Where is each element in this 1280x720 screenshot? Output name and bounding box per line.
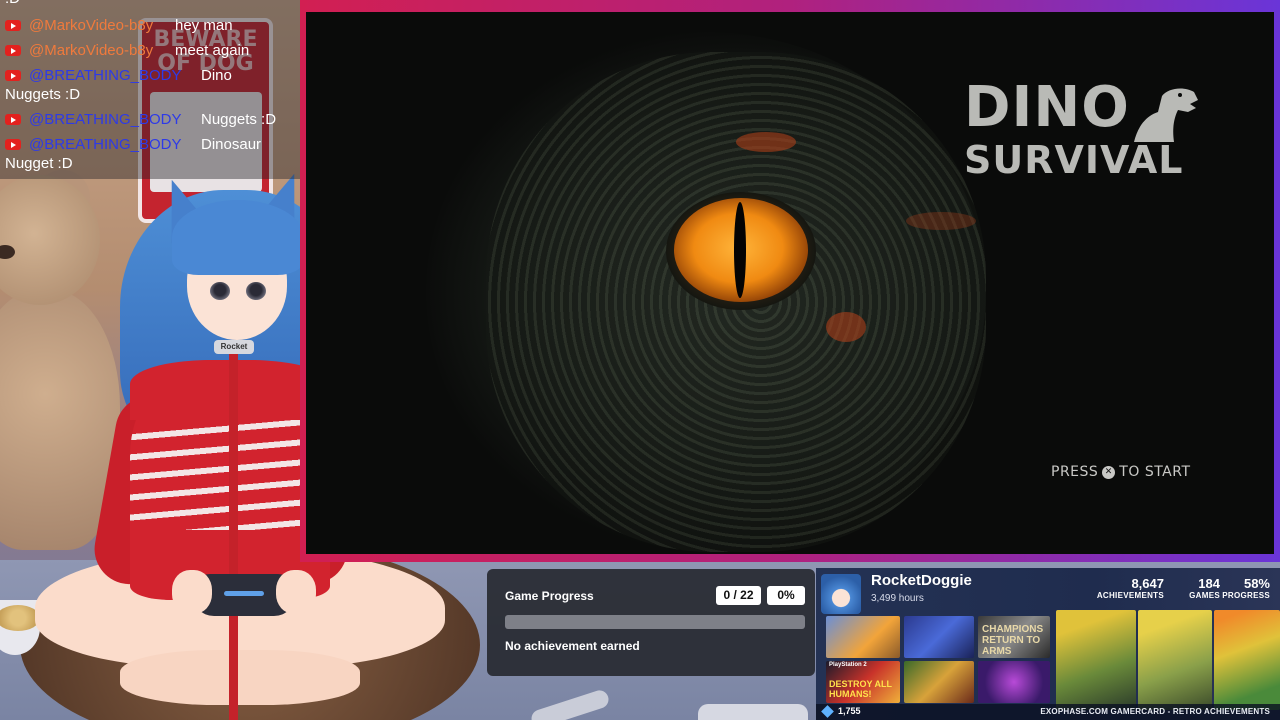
chat-message: @MarkoVideo-b8y hey man (0, 16, 300, 36)
chat-author[interactable]: @BREATHING_BODY (29, 110, 181, 129)
ember-highlight (906, 212, 976, 230)
chat-author[interactable]: @BREATHING_BODY (29, 135, 181, 154)
game-capture-screen[interactable]: DINO SURVIVAL PRESS ✕ TO START (306, 12, 1274, 554)
chat-message: @BREATHING_BODY Dino (0, 66, 300, 86)
press-to-start-prompt: PRESS ✕ TO START (1051, 464, 1191, 480)
game-progress-label: Game Progress (505, 589, 594, 603)
collar-tag: Rocket (214, 340, 254, 354)
chat-message: @MarkoVideo-b8y meet again (0, 41, 300, 61)
tile-platform: PlayStation 2 (829, 662, 867, 668)
chat-text: Dino (201, 67, 232, 84)
game-tile (904, 661, 974, 703)
progress-bar (505, 615, 805, 629)
gamercard-points: 1,755 (838, 706, 861, 716)
chat-text: Nuggets :D (201, 111, 277, 128)
gem-icon (821, 705, 834, 718)
chat-text: Dinosaur (201, 136, 262, 153)
chat-message: @BREATHING_BODY Dinosaur (0, 135, 300, 155)
game-tile (904, 616, 974, 658)
avatar-right-hand (276, 570, 316, 614)
games-stat: 184 GAMES (1189, 576, 1220, 600)
progress-stat: 58% PROGRESS (1222, 576, 1270, 600)
game-banner (1138, 610, 1212, 710)
youtube-icon (5, 139, 21, 150)
cross-button-icon: ✕ (1102, 465, 1116, 479)
dinosaur-pupil (734, 202, 746, 298)
game-tile (978, 661, 1050, 703)
pillow (698, 704, 808, 720)
game-progress-panel: Game Progress 0 / 22 0% No achievement e… (487, 569, 815, 676)
avatar-left-eye (210, 282, 230, 300)
avatar-feet (120, 650, 360, 705)
game-banner (1214, 610, 1280, 710)
chat-text: meet again (175, 42, 250, 59)
game-banner (1056, 610, 1136, 710)
to-start-label: TO START (1119, 464, 1191, 480)
gamercard-footer: 1,755 EXOPHASE.COM GAMERCARD - RETRO ACH… (816, 704, 1280, 720)
youtube-icon (5, 45, 21, 56)
chat-fragment: :D (5, 0, 20, 8)
t-rex-head-icon (1134, 88, 1198, 142)
ember-highlight (826, 312, 866, 342)
live-chat: :D @MarkoVideo-b8y hey man @MarkoVideo-b… (0, 0, 300, 179)
progress-label: PROGRESS (1222, 591, 1270, 600)
avatar-right-eye (246, 282, 266, 300)
chat-author[interactable]: @BREATHING_BODY (29, 66, 181, 85)
red-leash (229, 350, 238, 720)
youtube-icon (5, 70, 21, 81)
game-tile (826, 616, 900, 658)
progress-percent-badge: 0% (767, 586, 805, 605)
avatar-bangs (172, 200, 304, 275)
exophase-gamercard: RocketDoggie 3,499 hours 8,647 ACHIEVEME… (816, 568, 1280, 720)
game-logo: DINO SURVIVAL (964, 78, 1214, 208)
avatar-left-hand (172, 570, 212, 614)
tile-title: DESTROY ALL HUMANS! (829, 679, 892, 699)
chat-text-continued: Nugget :D (5, 155, 73, 172)
gamercard-credit: EXOPHASE.COM GAMERCARD - RETRO ACHIEVEME… (1040, 707, 1270, 716)
games-label: GAMES (1189, 591, 1220, 600)
press-label: PRESS (1051, 464, 1099, 480)
ember-highlight (736, 132, 796, 152)
achievement-count-badge: 0 / 22 (716, 586, 761, 605)
games-count: 184 (1198, 576, 1220, 591)
game-tile: PlayStation 2 DESTROY ALL HUMANS! (826, 661, 900, 703)
achievements-stat: 8,647 ACHIEVEMENTS (1097, 576, 1164, 600)
progress-value: 58% (1243, 576, 1270, 591)
chat-text-continued: Nuggets :D (5, 86, 81, 103)
chat-message: @BREATHING_BODY Nuggets :D (0, 110, 300, 130)
achievements-label: ACHIEVEMENTS (1096, 591, 1164, 600)
gamercard-avatar (821, 574, 861, 614)
chat-author[interactable]: @MarkoVideo-b8y (29, 41, 153, 60)
youtube-icon (5, 114, 21, 125)
achievements-count: 8,647 (1131, 576, 1164, 591)
chat-author[interactable]: @MarkoVideo-b8y (29, 16, 153, 35)
tile-title: CHAMPIONS RETURN TO ARMS (982, 624, 1044, 657)
chat-text: hey man (175, 17, 233, 34)
gamercard-username: RocketDoggie (871, 572, 972, 589)
youtube-icon (5, 20, 21, 31)
achievement-status: No achievement earned (505, 639, 640, 653)
gamercard-hours: 3,499 hours (871, 593, 924, 604)
game-tile: CHAMPIONS RETURN TO ARMS (978, 616, 1050, 658)
